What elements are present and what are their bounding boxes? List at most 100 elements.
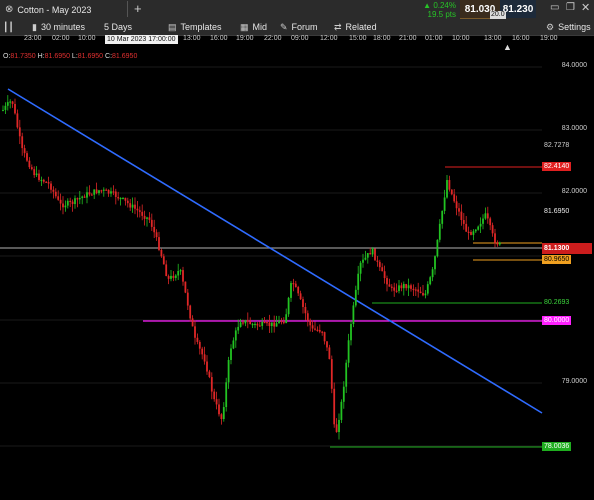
candle-body	[342, 386, 345, 402]
candle-body	[402, 283, 405, 289]
candle-body	[290, 283, 292, 298]
candle-body	[244, 320, 247, 324]
candle-body	[470, 231, 472, 235]
candle-body	[261, 322, 264, 326]
templates-button[interactable]: ▤ Templates	[168, 20, 222, 34]
forum-label: Forum	[291, 22, 318, 32]
candle-body	[52, 189, 55, 192]
candle-body	[448, 180, 451, 190]
candle-body	[304, 306, 307, 314]
chart-toolbar: ┃┃ ▮ 30 minutes 5 Days ▤ Templates ▦ Mid ✎ F…	[0, 19, 594, 36]
candle-body	[316, 329, 319, 331]
candle-body	[419, 291, 422, 293]
candle-body	[107, 189, 110, 194]
settings-button[interactable]: ⚙ Settings	[546, 20, 591, 34]
candles	[2, 95, 501, 440]
candle-body	[83, 196, 86, 198]
candle-body	[98, 190, 100, 194]
candle-body	[74, 198, 76, 205]
candle-body	[477, 226, 480, 230]
range-select[interactable]: 5 Days	[104, 20, 132, 34]
candle-body	[314, 328, 316, 330]
candle-body	[362, 259, 364, 263]
time-tick: 19:00	[236, 35, 254, 42]
time-axis: 23:00 02:00 10:00 13:00 16:00 19:00 22:0…	[0, 35, 558, 45]
price-tick: 84.0000	[561, 62, 587, 69]
close-tab-icon[interactable]: ⊗	[5, 4, 13, 15]
restore-icon[interactable]: ❐	[566, 2, 575, 13]
candle-body	[129, 203, 132, 208]
candle-body	[186, 292, 189, 306]
mid-button[interactable]: ▦ Mid	[240, 20, 267, 34]
candle-body	[189, 305, 192, 319]
related-button[interactable]: ⇄ Related	[334, 20, 377, 34]
price-chart[interactable]	[0, 45, 594, 500]
candle-body	[35, 173, 38, 176]
candle-body	[146, 217, 148, 219]
candle-body	[215, 399, 218, 405]
candle-body	[150, 219, 153, 227]
candle-body	[237, 326, 240, 331]
candle-body	[155, 232, 158, 238]
candle-body	[297, 287, 300, 294]
green-low-label: 78.0036	[542, 442, 572, 451]
candle-body	[114, 191, 117, 197]
candle-body	[162, 256, 165, 265]
candle-body	[496, 243, 499, 245]
candle-body	[335, 424, 338, 433]
instrument-tab-label: Cotton - May 2023	[17, 4, 92, 15]
candle-body	[112, 191, 115, 193]
candle-body	[14, 103, 16, 114]
candle-body	[453, 194, 456, 202]
candle-body	[208, 371, 211, 378]
candle-body	[429, 277, 432, 285]
add-tab-icon[interactable]: +	[134, 1, 142, 16]
forum-button[interactable]: ✎ Forum	[280, 20, 318, 34]
candle-body	[249, 321, 252, 325]
interval-select[interactable]: ▮ 30 minutes	[32, 20, 85, 34]
candle-body	[388, 284, 391, 287]
trendline[interactable]	[7, 88, 543, 414]
candle-body	[467, 231, 470, 233]
candle-body	[6, 102, 9, 106]
candle-body	[184, 281, 187, 293]
candle-body	[11, 101, 14, 104]
candle-body	[64, 205, 67, 208]
instrument-tab[interactable]: ⊗ Cotton - May 2023	[5, 2, 91, 17]
candle-body	[376, 260, 379, 262]
candle-body	[210, 377, 213, 392]
candle-body	[93, 189, 96, 195]
candle-body	[393, 287, 396, 291]
time-tick: 19:00	[540, 35, 558, 42]
candle-body	[266, 322, 268, 324]
forum-icon: ✎	[280, 21, 288, 32]
close-window-icon[interactable]: ✕	[581, 1, 590, 14]
chart-type-button[interactable]: ┃┃	[3, 20, 18, 34]
time-tick: 16:00	[210, 35, 228, 42]
candle-body	[40, 179, 43, 182]
candle-body	[273, 322, 276, 327]
hover-timestamp: 10 Mar 2023 17:00:00	[105, 35, 178, 44]
candle-body	[239, 322, 242, 327]
candle-body	[366, 253, 369, 258]
candle-body	[410, 285, 412, 289]
window-icon[interactable]: ▭	[550, 2, 559, 13]
candle-body	[280, 320, 283, 323]
settings-label: Settings	[558, 22, 591, 32]
mid-icon: ▦	[240, 21, 249, 32]
candle-body	[294, 283, 297, 288]
change-block: ▲ 0.24% 19.5 pts	[420, 1, 456, 19]
candle-body	[196, 337, 199, 342]
time-tick: 18:00	[373, 35, 391, 42]
candle-body	[18, 127, 21, 137]
up-arrow-icon: ▲	[423, 1, 432, 10]
candle-body	[498, 242, 501, 245]
candle-body	[318, 329, 321, 332]
price-tick: 82.0000	[561, 188, 587, 195]
candle-body	[54, 191, 57, 197]
price-tick: 83.0000	[561, 125, 587, 132]
candle-body	[33, 169, 36, 176]
range-label: 5 Days	[104, 22, 133, 32]
time-tick: 10:00	[452, 35, 470, 42]
candle-body	[141, 211, 144, 216]
